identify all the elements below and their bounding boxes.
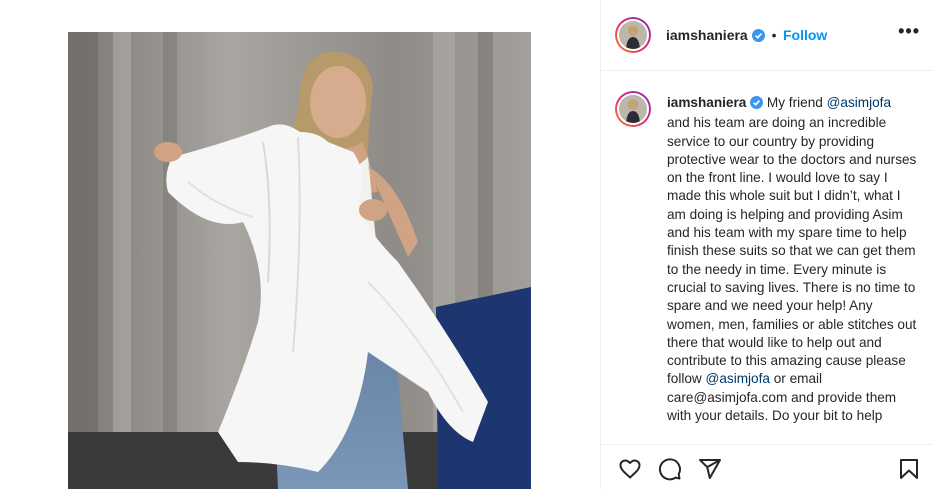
caption-text-1: My friend xyxy=(766,95,827,110)
post-photo[interactable] xyxy=(68,32,531,489)
paper-plane-icon[interactable] xyxy=(698,457,722,481)
follow-button[interactable]: Follow xyxy=(783,27,827,43)
post-caption: iamshaniera My friend @asimjofa and his … xyxy=(667,94,917,425)
more-options-button[interactable]: ••• xyxy=(898,22,920,40)
post-side-panel: iamshaniera • Follow ••• iamshaniera My … xyxy=(600,0,933,489)
caption-verified-badge-icon xyxy=(750,96,764,114)
header-username[interactable]: iamshaniera xyxy=(666,27,748,43)
caption-avatar-image xyxy=(619,95,647,123)
post-photo-image xyxy=(68,32,531,489)
mention-link-2[interactable]: @asimjofa xyxy=(706,371,770,386)
caption-username[interactable]: iamshaniera xyxy=(667,95,746,110)
mention-link-1[interactable]: @asimjofa xyxy=(827,95,891,110)
separator-dot: • xyxy=(771,27,777,43)
avatar[interactable] xyxy=(615,17,651,53)
photo-area xyxy=(0,0,600,489)
heart-icon[interactable] xyxy=(618,457,642,481)
caption-avatar[interactable] xyxy=(615,91,651,127)
post-header: iamshaniera • Follow ••• xyxy=(601,0,933,71)
verified-badge-icon xyxy=(752,29,766,47)
caption-text-2: and his team are doing an incredible ser… xyxy=(667,115,917,387)
bookmark-icon[interactable] xyxy=(897,457,921,481)
comments-area: iamshaniera My friend @asimjofa and his … xyxy=(601,71,933,444)
action-bar xyxy=(601,444,933,489)
comment-icon[interactable] xyxy=(658,457,682,481)
avatar-image xyxy=(619,21,647,49)
header-user-line: iamshaniera • Follow xyxy=(666,27,827,47)
